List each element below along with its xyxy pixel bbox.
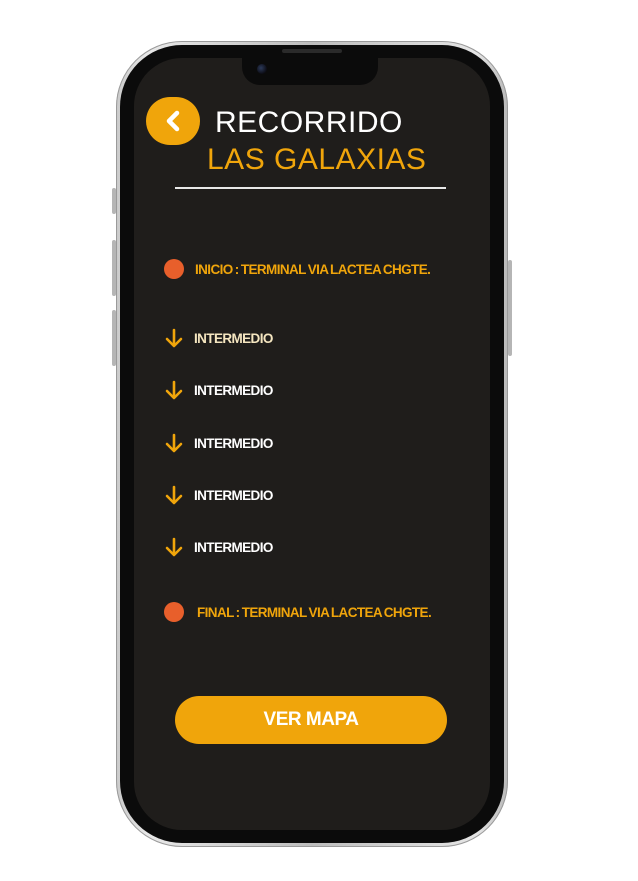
camera-icon	[257, 64, 267, 74]
arrow-down-icon	[165, 328, 183, 348]
silent-switch	[112, 188, 116, 214]
view-map-button[interactable]: VER MAPA	[175, 696, 447, 744]
intermediate-label: INTERMEDIO	[194, 539, 273, 555]
route-intermediate-stop: INTERMEDIO	[163, 327, 273, 349]
back-button[interactable]	[146, 97, 200, 145]
arrow-down-icon	[165, 537, 183, 557]
intermediate-label: INTERMEDIO	[194, 330, 273, 346]
route-intermediate-stop: INTERMEDIO	[163, 379, 273, 401]
chevron-left-icon	[166, 110, 180, 132]
end-marker-icon	[164, 602, 184, 622]
title-divider	[175, 187, 446, 189]
intermediate-label: INTERMEDIO	[194, 435, 273, 451]
route-intermediate-stop: INTERMEDIO	[163, 484, 273, 506]
route-end-stop: FINAL : TERMINAL VIA LACTEA CHGTE.	[164, 602, 432, 622]
start-marker-icon	[164, 259, 184, 279]
intermediate-label: INTERMEDIO	[194, 382, 273, 398]
volume-down-button	[112, 310, 116, 366]
route-start-stop: INICIO : TERMINAL VIA LACTEA CHGTE.	[164, 259, 431, 279]
arrow-down-icon	[165, 380, 183, 400]
route-start-label: INICIO : TERMINAL VIA LACTEA CHGTE.	[195, 261, 431, 277]
arrow-down-icon	[165, 433, 183, 453]
arrow-down-icon	[165, 485, 183, 505]
page-title-line1: RECORRIDO	[215, 106, 403, 139]
route-intermediate-stop: INTERMEDIO	[163, 432, 273, 454]
page-title-line2: LAS GALAXIAS	[207, 143, 427, 176]
power-button	[508, 260, 512, 356]
route-end-label: FINAL : TERMINAL VIA LACTEA CHGTE.	[197, 604, 432, 620]
volume-up-button	[112, 240, 116, 296]
route-intermediate-stop: INTERMEDIO	[163, 536, 273, 558]
speaker-grille	[282, 49, 342, 53]
intermediate-label: INTERMEDIO	[194, 487, 273, 503]
